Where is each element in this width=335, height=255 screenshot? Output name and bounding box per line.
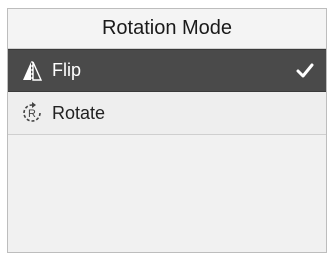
menu-empty-area — [8, 135, 326, 252]
svg-text:R: R — [28, 108, 36, 120]
rotation-mode-menu: Rotation Mode Flip R Rotate — [7, 8, 327, 253]
menu-item-rotate[interactable]: R Rotate — [8, 92, 326, 135]
menu-title-text: Rotation Mode — [101, 17, 233, 39]
menu-item-flip[interactable]: Flip — [8, 49, 326, 92]
flip-icon — [20, 59, 44, 83]
rotate-icon: R — [20, 101, 44, 125]
menu-item-label: Rotate — [52, 102, 106, 123]
menu-item-label: Flip — [52, 60, 82, 80]
checkmark-icon — [296, 62, 314, 80]
menu-title: Rotation Mode — [8, 9, 326, 49]
